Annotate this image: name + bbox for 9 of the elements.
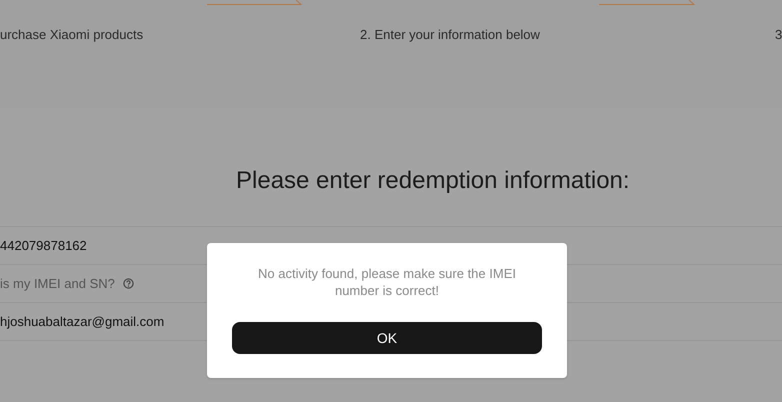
section-title: Please enter redemption information: [236,166,630,196]
step-label: urchase Xiaomi products [0,27,144,43]
field-value: hjoshuabaltazar@gmail.com [0,312,164,331]
step-label: 3 [775,27,782,43]
dialog-message: No activity found, please make sure the IMEI number is correct! [257,265,517,299]
step-label: 2. Enter your information below [360,27,540,43]
help-icon[interactable] [122,278,134,289]
ok-button[interactable]: OK [232,322,542,354]
field-value: 442079878162 [0,236,87,255]
